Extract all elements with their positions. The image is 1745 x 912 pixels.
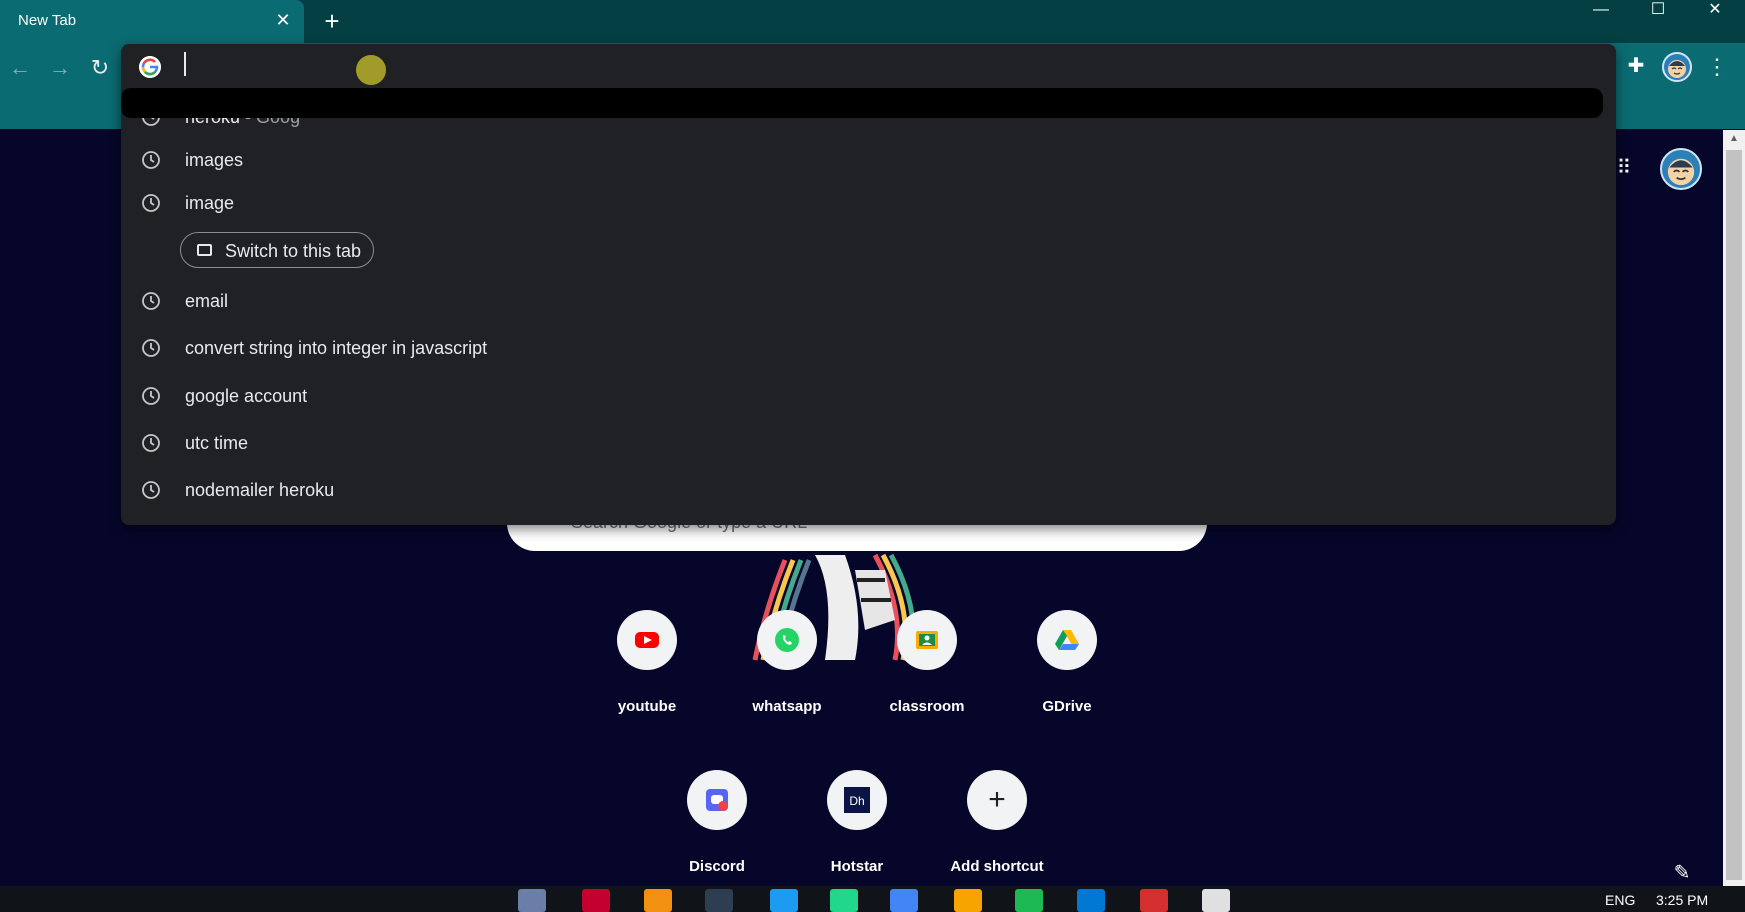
app-snipping-icon[interactable] xyxy=(1202,889,1230,912)
avatar-face-icon xyxy=(1668,60,1686,78)
suggestion-row[interactable]: email xyxy=(121,280,1616,322)
scroll-up-arrow-icon[interactable]: ▲ xyxy=(1723,130,1745,148)
suggestion-text: image xyxy=(185,193,235,213)
language-indicator[interactable]: ENG xyxy=(1605,892,1635,908)
add-shortcut-button[interactable]: + Add shortcut xyxy=(941,770,1053,890)
app-spotify-icon[interactable] xyxy=(1015,889,1043,912)
page-scrollbar[interactable]: ▲ xyxy=(1723,130,1745,886)
app-chrome-icon[interactable] xyxy=(890,889,918,912)
avatar-face-icon xyxy=(1667,158,1695,186)
shortcut-label: whatsapp xyxy=(752,698,822,715)
app-vscode-icon[interactable] xyxy=(1077,889,1105,912)
title-bar: New Tab ✕ + — ☐ ✕ xyxy=(0,0,1745,43)
svg-text:Dh: Dh xyxy=(849,794,864,808)
suggestion-text: utc time xyxy=(185,433,249,453)
shortcut-youtube[interactable]: youtube xyxy=(591,610,703,730)
history-clock-icon xyxy=(142,194,160,212)
history-clock-icon xyxy=(142,434,160,452)
shortcut-tile xyxy=(1037,610,1097,670)
suggestion-text: images xyxy=(185,150,244,170)
shortcut-label: Discord xyxy=(689,858,745,875)
tab-title: New Tab xyxy=(18,12,77,29)
shortcut-gdrive[interactable]: GDrive xyxy=(1011,610,1123,730)
shortcut-label: classroom xyxy=(889,698,965,715)
shortcut-discord[interactable]: Discord xyxy=(661,770,773,890)
shortcut-hotstar[interactable]: Dh Hotstar xyxy=(801,770,913,890)
switch-to-tab-button[interactable]: Switch to this tab xyxy=(180,232,374,268)
app-orange-icon[interactable] xyxy=(954,889,982,912)
suggestion-text: convert string into integer in javascrip… xyxy=(185,338,488,358)
history-clock-icon xyxy=(142,339,160,357)
minimize-button[interactable]: — xyxy=(1573,0,1629,20)
shortcut-whatsapp[interactable]: whatsapp xyxy=(731,610,843,730)
tab-window-icon xyxy=(197,244,212,256)
puzzle-icon[interactable]: ✚ xyxy=(1624,54,1648,78)
suggestion-row[interactable]: images xyxy=(121,139,1616,181)
youtube-icon xyxy=(635,632,659,648)
tab-new-tab[interactable]: New Tab ✕ xyxy=(0,0,304,43)
shortcut-tile: Dh xyxy=(827,770,887,830)
switch-to-tab-label: Switch to this tab xyxy=(225,241,362,261)
omnibox-input[interactable] xyxy=(184,52,186,76)
profile-avatar[interactable] xyxy=(1662,52,1692,82)
new-tab-button[interactable]: + xyxy=(318,7,346,35)
shortcut-tile xyxy=(687,770,747,830)
whatsapp-icon xyxy=(775,628,799,652)
suggestion-row[interactable]: image xyxy=(121,182,1616,224)
shortcut-classroom[interactable]: classroom xyxy=(871,610,983,730)
shortcut-label: GDrive xyxy=(1042,698,1092,715)
suggestion-text: nodemailer heroku xyxy=(185,480,335,500)
suggestion-row[interactable]: convert string into integer in javascrip… xyxy=(121,327,1616,369)
back-arrow-icon[interactable]: ← xyxy=(5,53,35,83)
apps-grid-icon[interactable]: ⠿ xyxy=(1613,157,1635,179)
shortcut-label: Hotstar xyxy=(830,858,884,875)
shortcut-label: Add shortcut xyxy=(950,858,1044,875)
suggestion-row[interactable]: nodemailer heroku xyxy=(121,469,1616,511)
scroll-thumb[interactable] xyxy=(1726,150,1742,880)
plus-icon: + xyxy=(988,783,1006,816)
suggestion-row[interactable]: google account xyxy=(121,375,1616,417)
history-clock-icon xyxy=(142,481,160,499)
maximize-button[interactable]: ☐ xyxy=(1630,0,1686,20)
tab-close-icon[interactable]: ✕ xyxy=(272,9,294,31)
app-vlc-icon[interactable] xyxy=(644,889,672,912)
clock-time[interactable]: 3:25 PM xyxy=(1656,892,1708,908)
app-antivirus-icon[interactable] xyxy=(1140,889,1168,912)
account-avatar[interactable] xyxy=(1660,148,1702,190)
shortcut-label: youtube xyxy=(617,698,677,715)
app-angular-icon[interactable] xyxy=(582,889,610,912)
omnibox-dropdown: heroku - Goog images image Switch to thi… xyxy=(121,44,1616,525)
more-menu-icon[interactable]: ⋮ xyxy=(1705,52,1729,82)
shortcut-tile: + xyxy=(967,770,1027,830)
redaction-bar xyxy=(121,88,1603,118)
history-clock-icon xyxy=(142,292,160,310)
mouse-cursor-highlight xyxy=(356,55,386,85)
history-clock-icon xyxy=(142,151,160,169)
customize-pencil-icon[interactable]: ✎ xyxy=(1670,860,1694,884)
hotstar-icon: Dh xyxy=(844,787,870,813)
shortcut-tile xyxy=(757,610,817,670)
suggestion-text: google account xyxy=(185,386,308,406)
forward-arrow-icon[interactable]: → xyxy=(45,53,75,83)
shortcut-tile xyxy=(897,610,957,670)
app-pycharm-icon[interactable] xyxy=(830,889,858,912)
discord-icon xyxy=(706,789,728,811)
classroom-icon xyxy=(916,631,938,649)
google-g-icon xyxy=(139,56,161,78)
suggestion-text: email xyxy=(185,291,229,311)
windows-taskbar: ENG 3:25 PM xyxy=(0,886,1745,912)
app-fcz-icon[interactable] xyxy=(705,889,733,912)
close-window-button[interactable]: ✕ xyxy=(1687,0,1743,20)
app-visual-studio-icon[interactable] xyxy=(518,889,546,912)
reload-icon[interactable]: ↻ xyxy=(85,53,115,83)
shortcut-tile xyxy=(617,610,677,670)
suggestion-row[interactable]: utc time xyxy=(121,422,1616,464)
app-folder-icon[interactable] xyxy=(770,889,798,912)
google-drive-icon xyxy=(1055,630,1079,650)
history-clock-icon xyxy=(142,387,160,405)
